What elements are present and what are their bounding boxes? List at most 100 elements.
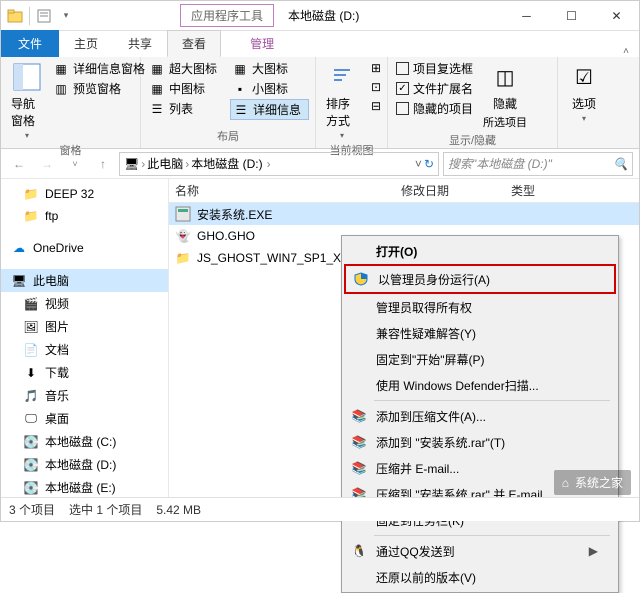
ribbon-collapse-icon[interactable]: ˄ (623, 46, 629, 57)
nav-documents[interactable]: 📄文档 (1, 338, 168, 361)
music-icon: 🎵 (23, 388, 39, 404)
window-title: 本地磁盘 (D:) (288, 7, 359, 24)
onedrive-icon: ☁ (11, 240, 27, 256)
properties-icon[interactable] (34, 6, 54, 26)
nav-pane-icon (11, 61, 43, 93)
address-row: ← → ˅ ↑ 🖥 ›此电脑 ›本地磁盘 (D:)› ˅ ↻ 搜索"本地磁盘 (… (1, 149, 639, 179)
tab-file[interactable]: 文件 (1, 30, 59, 57)
status-count: 3 个项目 (9, 501, 55, 518)
tab-view[interactable]: 查看 (167, 30, 221, 57)
nav-disk-d[interactable]: 💽本地磁盘 (D:) (1, 453, 168, 476)
search-icon: 🔍 (613, 157, 628, 171)
col-type[interactable]: 类型 (511, 182, 535, 199)
close-button[interactable]: ✕ (594, 2, 639, 30)
menu-restore-prev[interactable]: 还原以前的版本(V) (344, 564, 616, 590)
layout-large[interactable]: ▦大图标 (230, 59, 309, 78)
maximize-button[interactable]: ☐ (549, 2, 594, 30)
menu-defender-scan[interactable]: 使用 Windows Defender扫描... (344, 372, 616, 398)
exe-icon (175, 206, 191, 222)
watermark-logo-icon: ⌂ (562, 476, 569, 490)
tab-share[interactable]: 共享 (113, 30, 167, 57)
crumb-thispc[interactable]: 此电脑 (147, 155, 183, 172)
group-by-button[interactable]: ⊞ (366, 59, 386, 77)
col-name[interactable]: 名称 (175, 182, 401, 199)
nav-deep32[interactable]: 📁DEEP 32 (1, 183, 168, 205)
nav-music[interactable]: 🎵音乐 (1, 384, 168, 407)
menu-pin-start[interactable]: 固定到"开始"屏幕(P) (344, 346, 616, 372)
minimize-button[interactable]: ─ (504, 2, 549, 30)
layout-small[interactable]: ▪小图标 (230, 79, 309, 98)
detail-pane-button[interactable]: ▦详细信息窗格 (51, 59, 147, 78)
nav-disk-e[interactable]: 💽本地磁盘 (E:) (1, 476, 168, 497)
hidden-items-toggle[interactable]: 隐藏的项目 (394, 99, 475, 118)
preview-pane-button[interactable]: ▥预览窗格 (51, 79, 147, 98)
hide-selected-button[interactable]: ◫ 隐藏 所选项目 (479, 59, 531, 132)
sort-button[interactable]: 排序方式▾ (322, 59, 362, 142)
menu-run-as-admin[interactable]: 以管理员身份运行(A) (344, 264, 616, 294)
qq-icon: 🐧 (350, 542, 368, 560)
rar-icon: 📚 (350, 459, 368, 477)
qat-dropdown-icon[interactable]: ▾ (56, 6, 76, 26)
nav-disk-c[interactable]: 💽本地磁盘 (C:) (1, 430, 168, 453)
up-button[interactable]: ↑ (91, 152, 115, 176)
nav-videos[interactable]: 🎬视频 (1, 292, 168, 315)
status-bar: 3 个项目 选中 1 个项目 5.42 MB (1, 497, 639, 521)
nav-pane-button[interactable]: 导航窗格 ▾ (7, 59, 47, 142)
addr-dropdown-icon[interactable]: ˅ (415, 157, 422, 171)
ribbon-tabs: 文件 主页 共享 查看 管理 ˄ (1, 31, 639, 57)
crumb-drive[interactable]: 本地磁盘 (D:) (191, 155, 262, 172)
menu-qq-send[interactable]: 🐧通过QQ发送到▶ (344, 538, 616, 564)
back-button[interactable]: ← (7, 152, 31, 176)
nav-onedrive[interactable]: ☁OneDrive (1, 237, 168, 259)
nav-ftp[interactable]: 📁ftp (1, 205, 168, 227)
drive-icon: 💽 (23, 480, 39, 496)
search-input[interactable]: 搜索"本地磁盘 (D:)" 🔍 (443, 152, 633, 176)
doc-icon: 📄 (23, 342, 39, 358)
size-columns-button[interactable]: ⊟ (366, 97, 386, 115)
nav-tree[interactable]: 📁DEEP 32 📁ftp ☁OneDrive 🖥此电脑 🎬视频 🖼图片 📄文档… (1, 179, 169, 497)
menu-add-archive[interactable]: 📚添加到压缩文件(A)... (344, 403, 616, 429)
shield-icon (352, 270, 370, 288)
rar-icon: 📚 (350, 433, 368, 451)
column-headers[interactable]: 名称 修改日期 类型 (169, 179, 639, 203)
menu-troubleshoot[interactable]: 兼容性疑难解答(Y) (344, 320, 616, 346)
picture-icon: 🖼 (23, 319, 39, 335)
options-button[interactable]: ☑ 选项▾ (564, 59, 604, 146)
item-checkboxes-toggle[interactable]: 项目复选框 (394, 59, 475, 78)
submenu-arrow-icon: ▶ (589, 544, 598, 558)
ribbon: 导航窗格 ▾ ▦详细信息窗格 ▥预览窗格 窗格 ▦超大图标 ▦中图标 ☰列表 ▦… (1, 57, 639, 149)
layout-list[interactable]: ☰列表 (147, 99, 226, 118)
menu-add-rar[interactable]: 📚添加到 "安装系统.rar"(T) (344, 429, 616, 455)
download-icon: ⬇ (23, 365, 39, 381)
tab-manage[interactable]: 管理 (235, 30, 289, 57)
desktop-icon: 🖵 (23, 411, 39, 427)
status-size: 5.42 MB (156, 503, 201, 517)
nav-thispc[interactable]: 🖥此电脑 (1, 269, 168, 292)
address-bar[interactable]: 🖥 ›此电脑 ›本地磁盘 (D:)› ˅ ↻ (119, 152, 439, 176)
menu-take-ownership[interactable]: 管理员取得所有权 (344, 294, 616, 320)
col-date[interactable]: 修改日期 (401, 182, 511, 199)
nav-pictures[interactable]: 🖼图片 (1, 315, 168, 338)
folder-icon: 📁 (175, 250, 191, 266)
menu-open[interactable]: 打开(O) (344, 238, 616, 264)
folder-icon: 📁 (23, 186, 39, 202)
status-selected: 选中 1 个项目 (69, 501, 142, 518)
forward-button[interactable]: → (35, 152, 59, 176)
layout-details[interactable]: ☰详细信息 (230, 99, 309, 120)
file-extensions-toggle[interactable]: ✓文件扩展名 (394, 79, 475, 98)
refresh-icon[interactable]: ↻ (424, 157, 434, 171)
add-columns-button[interactable]: ⊡ (366, 78, 386, 96)
folder-icon: 📁 (23, 208, 39, 224)
layout-extra-large[interactable]: ▦超大图标 (147, 59, 226, 78)
nav-desktop[interactable]: 🖵桌面 (1, 407, 168, 430)
layout-medium[interactable]: ▦中图标 (147, 79, 226, 98)
file-row[interactable]: 安装系统.EXE (169, 203, 639, 225)
rar-icon: 📚 (350, 407, 368, 425)
pc-icon: 🖥 (11, 273, 27, 289)
nav-downloads[interactable]: ⬇下载 (1, 361, 168, 384)
history-dropdown[interactable]: ˅ (63, 152, 87, 176)
context-menu: 打开(O) 以管理员身份运行(A) 管理员取得所有权 兼容性疑难解答(Y) 固定… (341, 235, 619, 593)
sort-icon (326, 61, 358, 93)
tab-home[interactable]: 主页 (59, 30, 113, 57)
preview-pane-icon: ▥ (53, 81, 69, 97)
